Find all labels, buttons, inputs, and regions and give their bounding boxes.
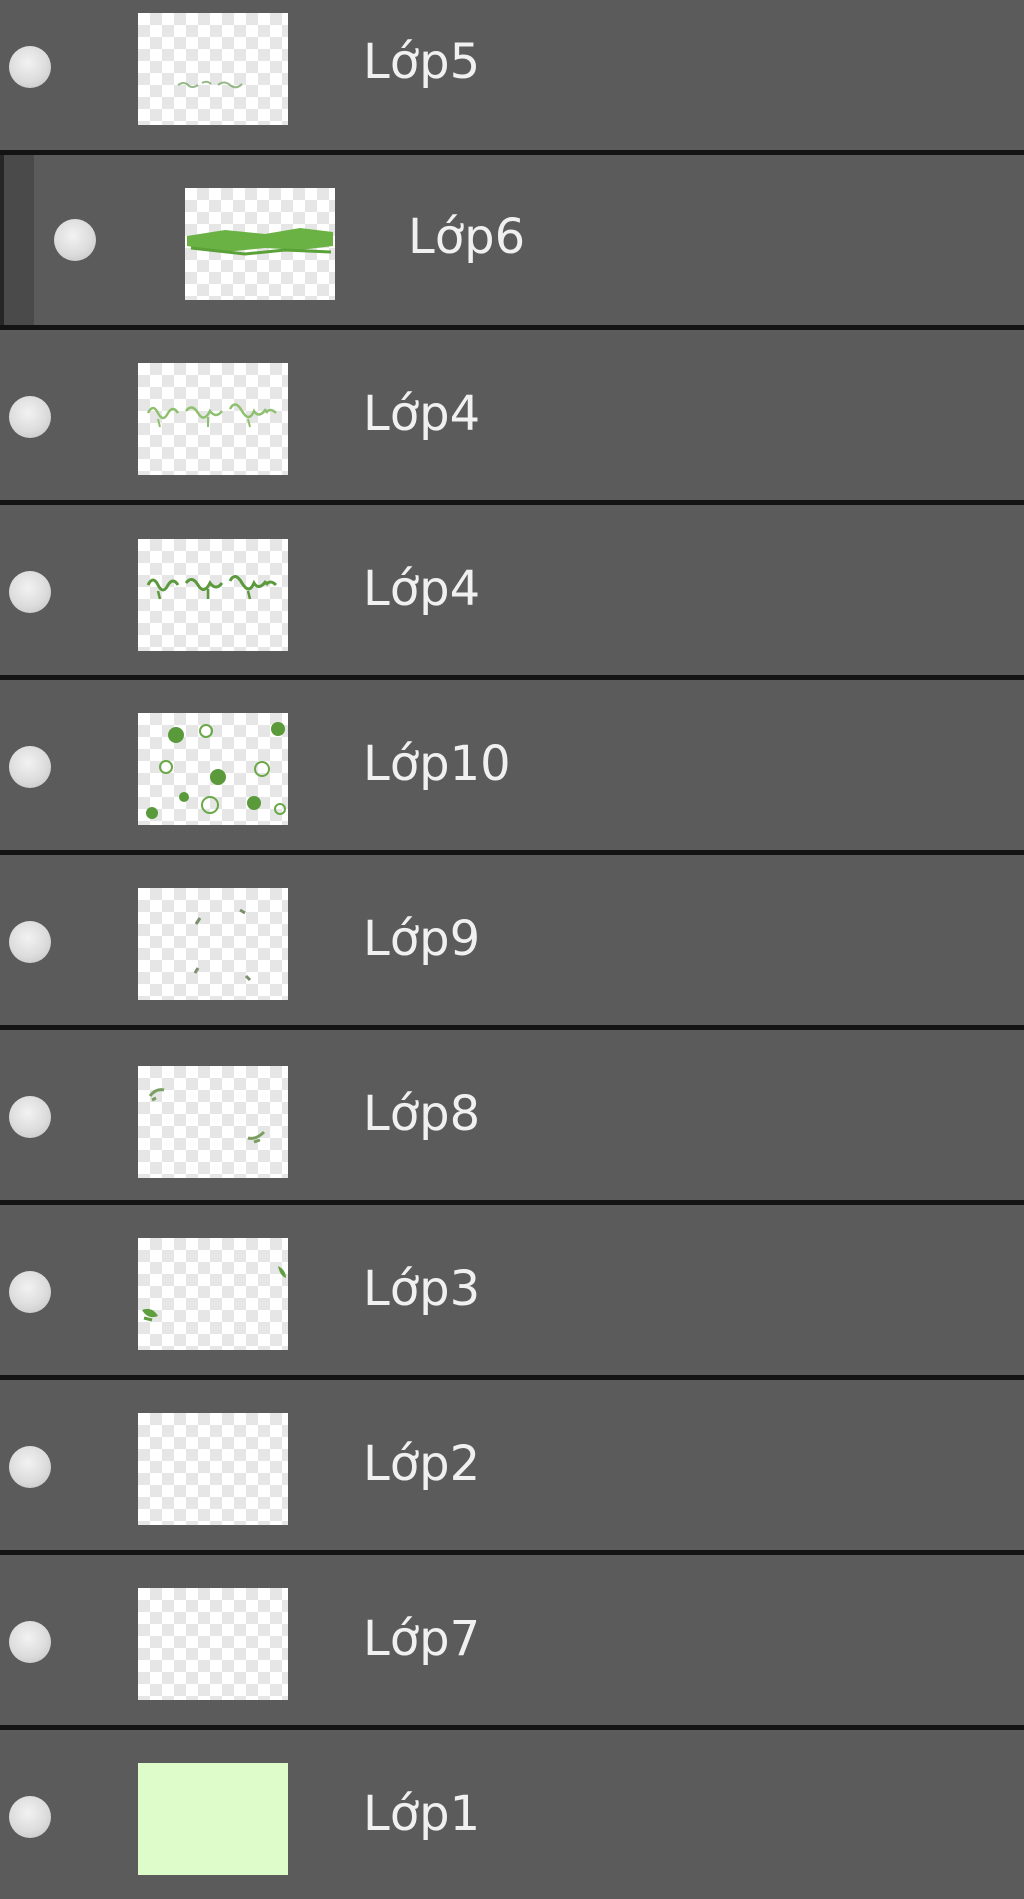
layer-thumbnail xyxy=(138,713,288,825)
layer-name: Lớp5 xyxy=(363,34,481,90)
layer-name: Lớp7 xyxy=(363,1611,481,1667)
layer-thumbnail xyxy=(138,13,288,125)
layer-row[interactable]: Lớp7 xyxy=(0,1555,1024,1725)
layer-name: Lớp9 xyxy=(363,911,481,967)
layer-thumbnail xyxy=(138,1588,288,1700)
visibility-toggle-icon[interactable] xyxy=(9,396,51,438)
layer-thumbnail xyxy=(138,539,288,651)
visibility-toggle-icon[interactable] xyxy=(9,1621,51,1663)
layer-name: Lớp4 xyxy=(363,561,481,617)
thumbnail-green-handwriting xyxy=(146,575,278,600)
layer-row[interactable]: Lớp4 xyxy=(0,505,1024,675)
layer-name: Lớp2 xyxy=(363,1436,481,1492)
visibility-toggle-icon[interactable] xyxy=(9,1796,51,1838)
layer-row[interactable]: Lớp9 xyxy=(0,855,1024,1025)
visibility-toggle-icon[interactable] xyxy=(54,219,96,261)
layer-row[interactable]: Lớp8 xyxy=(0,1030,1024,1200)
layers-panel: Lớp5 Lớp6 Lớp4 Lớp4 Lớp10 Lớp9 Lớp8 Lớp3… xyxy=(0,0,1024,1899)
layer-name: Lớp10 xyxy=(363,736,511,792)
thumbnail-light-green-handwriting xyxy=(146,403,277,428)
thumbnail-faint-text-sketch xyxy=(177,80,243,89)
clipping-indicator xyxy=(4,155,34,325)
layer-thumbnail xyxy=(185,188,335,300)
layer-row[interactable]: Lớp5 xyxy=(0,0,1024,150)
layer-thumbnail xyxy=(138,888,288,1000)
visibility-toggle-icon[interactable] xyxy=(9,571,51,613)
layer-row[interactable]: Lớp4 xyxy=(0,330,1024,500)
layer-row-clipped[interactable]: Lớp6 xyxy=(0,155,1024,325)
layer-name: Lớp1 xyxy=(363,1786,481,1842)
layer-thumbnail xyxy=(138,1238,288,1350)
visibility-toggle-icon[interactable] xyxy=(9,1271,51,1313)
visibility-toggle-icon[interactable] xyxy=(9,1446,51,1488)
layer-name: Lớp8 xyxy=(363,1086,481,1142)
visibility-toggle-icon[interactable] xyxy=(9,1096,51,1138)
layer-thumbnail xyxy=(138,1763,288,1875)
layer-name: Lớp6 xyxy=(408,209,526,265)
thumbnail-green-circles-pattern xyxy=(146,722,286,819)
layer-name: Lớp4 xyxy=(363,386,481,442)
thumbnail-corner-marks xyxy=(148,1088,266,1144)
layer-thumbnail xyxy=(138,363,288,475)
layer-row[interactable]: Lớp2 xyxy=(0,1380,1024,1550)
layer-thumbnail xyxy=(138,1066,288,1178)
thumbnail-edge-leaves xyxy=(142,1266,286,1322)
layer-row[interactable]: Lớp1 xyxy=(0,1730,1024,1899)
thumbnail-sparse-marks xyxy=(193,908,252,982)
thumbnail-green-horizontal-stroke xyxy=(187,228,333,256)
layer-row[interactable]: Lớp3 xyxy=(0,1205,1024,1375)
layer-thumbnail xyxy=(138,1413,288,1525)
layer-name: Lớp3 xyxy=(363,1261,481,1317)
layer-row[interactable]: Lớp10 xyxy=(0,680,1024,850)
visibility-toggle-icon[interactable] xyxy=(9,921,51,963)
visibility-toggle-icon[interactable] xyxy=(9,746,51,788)
visibility-toggle-icon[interactable] xyxy=(9,46,51,88)
